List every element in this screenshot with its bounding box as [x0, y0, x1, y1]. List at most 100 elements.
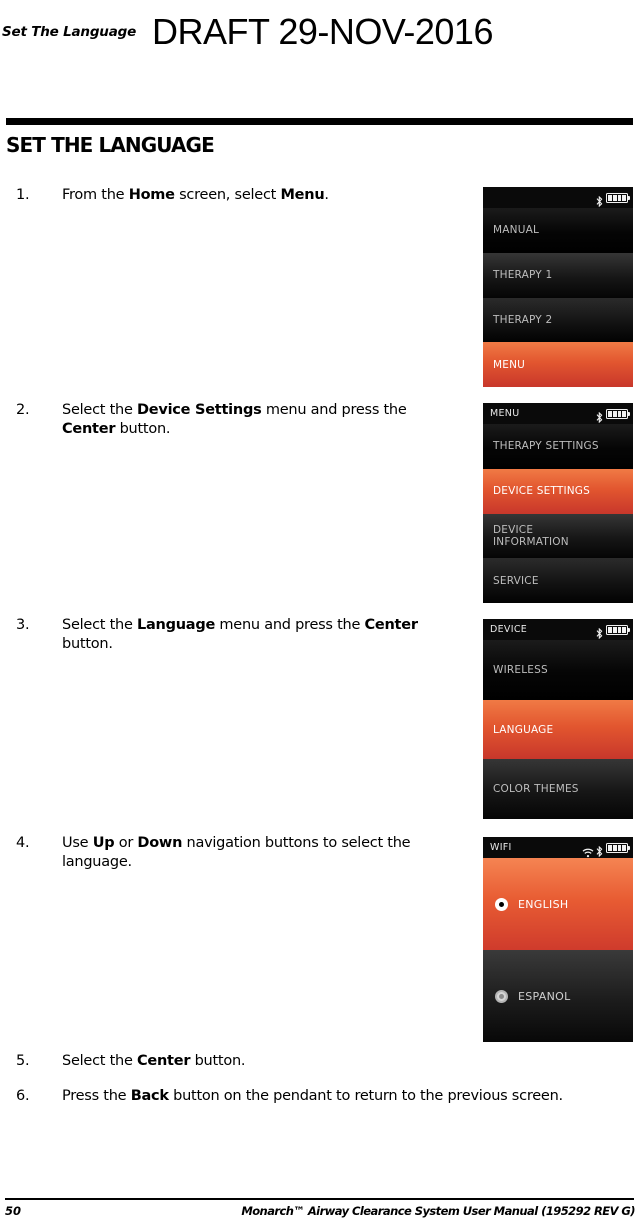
step-text: Press the Back button on the pendant to …: [62, 1088, 563, 1104]
step-text: Select the Language menu and press the C…: [62, 617, 418, 652]
battery-bar: [612, 410, 617, 417]
status-icon-group: [596, 408, 631, 424]
menu-item-color-themes[interactable]: COLOR THEMES: [483, 759, 633, 819]
battery-icon: [606, 192, 631, 203]
status-title: WIFI: [490, 842, 512, 853]
step-text: Select the Device Settings menu and pres…: [62, 402, 407, 437]
language-option-label: ENGLISH: [518, 897, 569, 911]
step-item: 1. From the Home screen, select Menu.: [16, 186, 456, 205]
battery-bar: [612, 194, 617, 201]
step-item: 5. Select the Center button.: [16, 1052, 616, 1071]
menu-item-language[interactable]: LANGUAGE: [483, 699, 633, 760]
status-title: MENU: [490, 408, 520, 419]
device-screenshot-device: DEVICE WIRELESS LANGUAGE COLOR THEMES: [483, 619, 633, 819]
menu-item-wireless[interactable]: WIRELESS: [483, 640, 633, 700]
battery-bar: [608, 410, 612, 417]
language-option-english[interactable]: ENGLISH: [483, 858, 633, 950]
menu-item-label-line2: INFORMATION: [493, 535, 569, 548]
footer-manual-title: Monarch™ Airway Clearance System User Ma…: [241, 1204, 635, 1218]
status-icon-group: [582, 842, 631, 858]
bluetooth-icon: [596, 842, 603, 858]
manual-page: Set The Language DRAFT 29-NOV-2016 SET T…: [0, 0, 639, 1227]
running-title: Set The Language: [2, 24, 137, 40]
step-item: 4. Use Up or Down navigation buttons to …: [16, 834, 456, 872]
battery-bar: [617, 410, 622, 417]
menu-item-label-line1: DEVICE: [493, 523, 534, 536]
device-screenshot-language-select: WIFI ENGLISH ESPANOL: [483, 837, 633, 1042]
step-number: 5.: [16, 1053, 30, 1069]
section-divider-rule: [6, 118, 633, 125]
status-icon-group: [596, 192, 631, 208]
battery-bar: [622, 626, 626, 633]
battery-icon: [606, 408, 631, 419]
battery-bar: [612, 626, 617, 633]
menu-item-label: MANUAL: [493, 224, 540, 237]
bluetooth-icon: [596, 408, 603, 424]
menu-list: WIRELESS LANGUAGE COLOR THEMES: [483, 640, 633, 819]
menu-item-label-wrap: DEVICE INFORMATION: [493, 524, 569, 548]
menu-item-label: THERAPY 2: [493, 313, 553, 326]
device-screenshot-home: MANUAL THERAPY 1 THERAPY 2 MENU: [483, 187, 633, 387]
battery-icon: [606, 624, 631, 635]
menu-item-therapy-1[interactable]: THERAPY 1: [483, 252, 633, 298]
status-bar: [483, 187, 633, 208]
step-text: From the Home screen, select Menu.: [62, 187, 329, 203]
battery-bar: [612, 844, 617, 851]
battery-bar: [622, 844, 626, 851]
menu-item-label: DEVICE SETTINGS: [493, 485, 590, 498]
status-title: DEVICE: [490, 624, 528, 635]
menu-item-device-information[interactable]: DEVICE INFORMATION: [483, 513, 633, 559]
device-screenshot-menu: MENU THERAPY SETTINGS DEVICE SETTINGS DE…: [483, 403, 633, 603]
step-number: 4.: [16, 835, 30, 851]
status-bar: DEVICE: [483, 619, 633, 640]
section-title: SET THE LANGUAGE: [6, 133, 215, 157]
step-item: 3. Select the Language menu and press th…: [16, 616, 456, 654]
menu-item-manual[interactable]: MANUAL: [483, 208, 633, 253]
battery-bar: [622, 410, 626, 417]
step-number: 6.: [16, 1088, 30, 1104]
menu-item-menu[interactable]: MENU: [483, 342, 633, 387]
menu-list: MANUAL THERAPY 1 THERAPY 2 MENU: [483, 208, 633, 387]
page-header: Set The Language DRAFT 29-NOV-2016: [0, 11, 639, 61]
battery-bar: [617, 844, 622, 851]
menu-item-label: MENU: [493, 358, 526, 371]
wifi-icon: [582, 843, 594, 858]
menu-item-therapy-settings[interactable]: THERAPY SETTINGS: [483, 424, 633, 469]
bluetooth-icon: [596, 624, 603, 640]
step-text: Use Up or Down navigation buttons to sel…: [62, 835, 411, 870]
battery-bar: [608, 626, 612, 633]
step-number: 3.: [16, 617, 30, 633]
battery-bar: [617, 626, 622, 633]
radio-unselected-icon: [495, 989, 508, 1003]
step-number: 1.: [16, 187, 30, 203]
menu-item-therapy-2[interactable]: THERAPY 2: [483, 297, 633, 343]
menu-item-label: SERVICE: [493, 574, 539, 587]
battery-bar: [608, 194, 612, 201]
step-item: 6. Press the Back button on the pendant …: [16, 1087, 616, 1106]
draft-stamp: DRAFT 29-NOV-2016: [152, 11, 493, 52]
step-text: Select the Center button.: [62, 1053, 246, 1069]
step-number: 2.: [16, 402, 30, 418]
menu-item-service[interactable]: SERVICE: [483, 558, 633, 603]
battery-bar: [608, 844, 612, 851]
menu-item-device-settings[interactable]: DEVICE SETTINGS: [483, 468, 633, 514]
language-option-list: ENGLISH ESPANOL: [483, 858, 633, 1042]
status-bar: WIFI: [483, 837, 633, 858]
status-icon-group: [596, 624, 631, 640]
menu-item-label: COLOR THEMES: [493, 783, 579, 796]
bluetooth-icon: [596, 192, 603, 208]
menu-item-label: THERAPY 1: [493, 269, 553, 282]
battery-bar: [622, 194, 626, 201]
footer-page-number: 50: [5, 1204, 22, 1218]
footer-divider-rule: [5, 1198, 634, 1200]
menu-item-label: LANGUAGE: [493, 723, 554, 736]
step-item: 2. Select the Device Settings menu and p…: [16, 401, 456, 439]
menu-list: THERAPY SETTINGS DEVICE SETTINGS DEVICE …: [483, 424, 633, 603]
menu-item-label: WIRELESS: [493, 663, 548, 676]
status-bar: MENU: [483, 403, 633, 424]
menu-item-label: THERAPY SETTINGS: [493, 440, 599, 453]
battery-icon: [606, 842, 631, 853]
radio-selected-icon: [495, 897, 508, 911]
language-option-espanol[interactable]: ESPANOL: [483, 950, 633, 1042]
language-option-label: ESPANOL: [518, 989, 571, 1003]
